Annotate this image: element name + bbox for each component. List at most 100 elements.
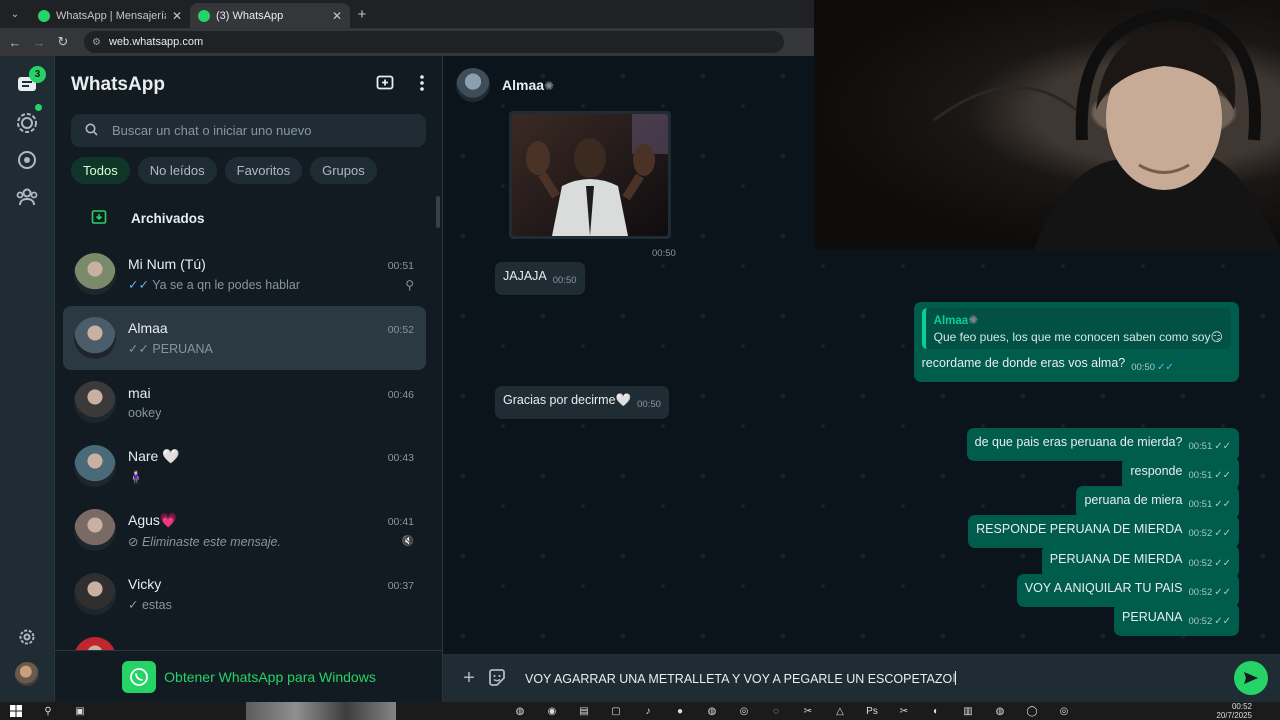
screen: ⌄ WhatsApp | Mensajería y llamad ✕ (3) W… <box>0 0 1280 720</box>
outgoing-message[interactable]: RESPONDE PERUANA DE MIERDA 00:52 ✓✓ <box>968 515 1239 548</box>
chat-preview-text: PERUANA <box>152 342 213 356</box>
chat-time: 00:46 <box>387 388 414 401</box>
tiktok-icon[interactable]: ♪ <box>640 704 656 718</box>
chat-list-header: WhatsApp <box>55 56 442 114</box>
message-text: RESPONDE PERUANA DE MIERDA <box>976 522 1183 536</box>
search-input[interactable]: Buscar un chat o iniciar uno nuevo <box>71 114 426 147</box>
photoshop-icon[interactable]: Ps <box>864 704 880 718</box>
file-explorer-icon[interactable]: ▤ <box>576 704 592 718</box>
firefox-icon[interactable]: ◐ <box>928 704 944 718</box>
filter-groups[interactable]: Grupos <box>310 157 377 184</box>
message-text: Gracias por decirme🤍 <box>503 393 632 407</box>
chat-row[interactable]: mai 00:46 ookey <box>63 370 426 434</box>
address-bar[interactable]: ⚙ web.whatsapp.com <box>84 31 784 53</box>
forward-icon[interactable]: → <box>30 33 48 51</box>
chat-avatar[interactable] <box>74 253 116 295</box>
clock-time: 00:52 <box>1231 702 1252 711</box>
chrome-icon[interactable]: ◍ <box>992 704 1008 718</box>
chat-list-panel: WhatsApp Buscar un chat o iniciar uno nu… <box>55 56 443 702</box>
read-receipt-icon: ✓✓ <box>1214 528 1231 539</box>
message-meta: 00:52 ✓✓ <box>1188 614 1231 630</box>
close-tab-icon[interactable]: ✕ <box>172 9 182 23</box>
chat-avatar[interactable] <box>74 381 116 423</box>
system-clock[interactable]: 00:52 20/7/2025 <box>1216 702 1252 720</box>
app-icon[interactable]: ◎ <box>1056 704 1072 718</box>
sticker-emoji-icon[interactable] <box>483 664 511 692</box>
discord-icon[interactable]: ◉ <box>544 704 560 718</box>
chrome-icon[interactable]: ◍ <box>704 704 720 718</box>
outgoing-message[interactable]: PERUANA 00:52 ✓✓ <box>1114 603 1239 636</box>
contact-name: Almaa✺ <box>502 77 555 93</box>
search-icon[interactable]: ⚲ <box>40 704 56 718</box>
message-meta: 00:52 ✓✓ <box>1188 556 1231 572</box>
chat-row[interactable]: Almaa 00:52 ✓✓ PERUANA <box>63 306 426 370</box>
chat-name: Nare 🤍 <box>128 447 180 464</box>
photo-thumbnail[interactable] <box>512 114 668 236</box>
chat-avatar[interactable] <box>74 509 116 551</box>
settings-icon[interactable] <box>14 624 40 650</box>
chat-row[interactable]: Vicky 00:37 ✓ estas <box>63 562 426 626</box>
image-message[interactable] <box>509 111 671 239</box>
app-icon[interactable]: ◌ <box>768 704 784 718</box>
chat-rows: Mi Num (Tú) 00:51 ✓✓ Ya se a qn le podes h… <box>55 242 442 690</box>
channels-icon[interactable] <box>14 147 40 173</box>
chat-preview: ✓ estas <box>128 597 172 612</box>
communities-icon[interactable] <box>14 184 40 210</box>
capcut-icon[interactable]: ✂ <box>800 704 816 718</box>
profile-avatar[interactable] <box>15 662 39 686</box>
app-icon[interactable]: ▢ <box>608 704 624 718</box>
muted-icon: 🔇 <box>401 535 414 547</box>
message-time: 00:52 <box>1188 558 1213 569</box>
whatsapp-icon[interactable]: ◯ <box>1024 704 1040 718</box>
filter-all[interactable]: Todos <box>71 157 130 184</box>
status-icon[interactable] <box>14 110 40 136</box>
filter-favorites[interactable]: Favoritos <box>224 157 303 184</box>
tab-search-button[interactable]: ⌄ <box>4 3 26 25</box>
app-icon[interactable]: ▣ <box>72 704 88 718</box>
chat-avatar[interactable] <box>74 317 116 359</box>
filter-unread[interactable]: No leídos <box>137 157 217 184</box>
app-icon[interactable]: ▥ <box>960 704 976 718</box>
filter-chips: Todos No leídos Favoritos Grupos <box>55 147 442 194</box>
download-promo[interactable]: Obtener WhatsApp para Windows <box>55 650 442 702</box>
delivery-tick-icon: ✓ <box>128 598 142 612</box>
site-info-icon[interactable]: ⚙ <box>92 37 101 48</box>
new-tab-button[interactable]: + <box>350 2 374 26</box>
attach-plus-icon[interactable]: + <box>455 664 483 692</box>
message-time: 00:50 <box>637 399 661 410</box>
archived-row[interactable]: Archivados <box>55 194 442 242</box>
incoming-message[interactable]: Gracias por decirme🤍 00:50 <box>495 386 669 419</box>
message-input[interactable]: VOY AGARRAR UNA METRALLETA Y VOY A PEGAR… <box>525 670 1226 686</box>
chat-avatar[interactable] <box>74 445 116 487</box>
browser-tab-1[interactable]: WhatsApp | Mensajería y llamad ✕ <box>30 3 190 28</box>
message-meta: 00:50 <box>637 397 661 413</box>
windows-start-icon[interactable] <box>8 704 24 718</box>
steam-icon[interactable]: ◎ <box>736 704 752 718</box>
chrome-icon[interactable]: ◍ <box>512 704 528 718</box>
read-receipt-icon: ✓✓ <box>1214 499 1231 510</box>
send-button[interactable] <box>1234 661 1268 695</box>
pin-icon: ⚲ <box>405 277 414 292</box>
outgoing-message[interactable]: Almaa✺ Que feo pues, los que me conocen s… <box>913 302 1239 382</box>
drive-icon[interactable]: △ <box>832 704 848 718</box>
chat-avatar[interactable] <box>74 573 116 615</box>
close-tab-icon[interactable]: ✕ <box>332 9 342 23</box>
conversation-header[interactable]: Almaa✺ <box>443 56 814 114</box>
menu-icon[interactable] <box>420 74 424 96</box>
reload-icon[interactable]: ↻ <box>54 33 72 51</box>
browser-tab-2[interactable]: (3) WhatsApp ✕ <box>190 3 350 28</box>
chat-list-scrollbar[interactable] <box>436 196 440 228</box>
back-icon[interactable]: ← <box>6 33 24 51</box>
chat-row[interactable]: Mi Num (Tú) 00:51 ✓✓ Ya se a qn le podes h… <box>63 242 426 306</box>
quoted-reply[interactable]: Almaa✺ Que feo pues, los que me conocen s… <box>921 308 1231 349</box>
message-time: 00:50 <box>552 275 577 286</box>
spotify-icon[interactable]: ● <box>672 704 688 718</box>
message-meta: 00:52 ✓✓ <box>1188 526 1231 542</box>
capcut-icon[interactable]: ✂ <box>896 704 912 718</box>
chat-row[interactable]: Nare 🤍 00:43 🧍🏻‍♀️ <box>63 434 426 498</box>
chat-row[interactable]: Agus💗 00:41 ⊘ Eliminaste este mensaje. 🔇 <box>63 498 426 562</box>
incoming-message[interactable]: JAJAJA 00:50 <box>495 262 585 295</box>
new-chat-icon[interactable] <box>376 74 394 97</box>
composer-bar: + VOY AGARRAR UNA METRALLETA Y VOY A PEG… <box>443 654 1280 702</box>
contact-avatar[interactable] <box>456 68 490 102</box>
